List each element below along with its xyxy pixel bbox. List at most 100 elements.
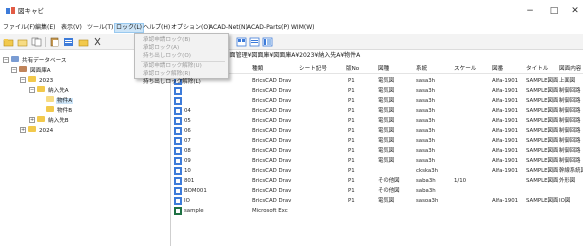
menu-file[interactable]: ファイル(F) [2, 23, 36, 33]
cell-drawing-kind: 電気図 [378, 98, 395, 104]
cell-system: sasa3h [416, 148, 436, 154]
cell-scale: 1/10 [454, 178, 467, 184]
menu-item-approval-lock[interactable]: 承認ロック(A) [143, 44, 179, 52]
tree-node-cabinet-a[interactable]: − 図面庫A [11, 66, 52, 74]
lock-menu-dropdown: 承認申請ロック(B) 承認ロック(A) 持ち出しロック(O) 承認申請ロック解除… [134, 33, 229, 85]
menu-item-checkout-lock[interactable]: 持ち出しロック(O) [143, 52, 191, 60]
collapse-icon[interactable]: − [11, 67, 17, 73]
maximize-button[interactable]: □ [545, 5, 563, 17]
cell-name: 06 [184, 128, 191, 134]
cell-title: SAMPLE図面 [526, 108, 558, 114]
tree-node-2023[interactable]: −2023 [20, 76, 54, 84]
menu-acad-net[interactable]: ACAD-Net(N) [208, 23, 249, 33]
app-cabinet-icon [6, 7, 15, 14]
column-header-scale[interactable]: スケール [454, 65, 476, 74]
cell-content: IO図 [559, 198, 571, 204]
menu-acad-parts[interactable]: ACAD-Parts(P) [246, 23, 290, 33]
cell-drawing-kind: 電気図 [378, 198, 395, 204]
table-row[interactable]: BricsCAD Drav P1 電気図 sasa3h Alfa-1901 SAMPLE図… [172, 96, 583, 106]
cell-type: BricsCAD Drav [252, 128, 292, 134]
cell-title: SAMPLE図面 [526, 178, 558, 184]
table-row[interactable]: sample Microsoft Exc [172, 206, 583, 216]
menu-lock[interactable]: ロック(L) [114, 23, 145, 33]
tree-node-customer-a[interactable]: − 納入先A [29, 86, 70, 94]
cell-content: 制御回路 [559, 138, 581, 144]
column-header-revision[interactable]: 版No [346, 65, 359, 74]
table-row[interactable]: 07 BricsCAD Drav P1 電気図 sasa3h Alfa-1901 SAMPL… [172, 136, 583, 146]
menu-item-approval-request-lock[interactable]: 承認申請ロック(B) [143, 36, 190, 44]
folder-icon[interactable] [78, 37, 89, 47]
cell-content: 幹線系統図 [559, 168, 583, 174]
toolbar [0, 34, 583, 50]
cut-icon[interactable] [92, 37, 103, 47]
menu-item-approval-unlock[interactable]: 承認ロック解除(R) [143, 70, 190, 78]
view-list-icon[interactable] [249, 37, 260, 47]
cell-drawing-kind: その他図 [378, 188, 400, 194]
expand-icon[interactable]: + [29, 117, 35, 123]
menu-help[interactable]: ヘルプ(H) [142, 23, 171, 33]
cell-drawing-kind: 電気図 [378, 108, 395, 114]
view-detail-icon[interactable] [262, 37, 273, 47]
cell-revision: P1 [348, 178, 355, 184]
menu-item-approval-request-unlock[interactable]: 承認申請ロック解除(U) [143, 62, 202, 70]
tree-node-project-a[interactable]: 物件A [46, 96, 74, 104]
table-row[interactable]: 05 BricsCAD Drav P1 電気図 sasa3h Alfa-1901 SAMPL… [172, 116, 583, 126]
folder-icon [28, 126, 36, 132]
column-header-content[interactable]: 図面内容 [559, 65, 581, 74]
cell-name: 801 [184, 178, 195, 184]
menu-options[interactable]: オプション(O) [170, 23, 211, 33]
collapse-icon[interactable]: − [20, 77, 26, 83]
table-row[interactable]: 08 BricsCAD Drav P1 電気図 sasa3h Alfa-1901 SAMPL… [172, 146, 583, 156]
table-row[interactable]: BricsCAD Drav P1 電気図 sasa3h Alfa-1901 SAMPLE図… [172, 86, 583, 96]
menu-wim[interactable]: WIM(W) [290, 23, 316, 33]
table-row[interactable]: IO BricsCAD Drav P1 電気図 sasoa3h Alfa-1901 SAMP… [172, 196, 583, 206]
column-header-title[interactable]: タイトル [526, 65, 548, 74]
cell-content: 制御回路 [559, 128, 581, 134]
tree-node-project-b[interactable]: 物件B [46, 106, 73, 114]
new-folder-icon[interactable] [3, 37, 14, 47]
column-header-drawing-kind[interactable]: 図種 [378, 65, 389, 74]
table-row[interactable]: 04 BricsCAD Drav P1 電気図 sasa3h Alfa-1901 SAMPL… [172, 106, 583, 116]
open-icon[interactable] [17, 37, 28, 47]
cell-system: sasa3h [416, 138, 436, 144]
column-header-type[interactable]: 種類 [252, 65, 263, 74]
table-row[interactable]: 06 BricsCAD Drav P1 電気図 sasa3h Alfa-1901 SAMPL… [172, 126, 583, 136]
collapse-icon[interactable]: − [3, 57, 9, 63]
cell-system: sasa3h [416, 78, 436, 84]
tree-node-customer-b[interactable]: + 納入先B [29, 116, 70, 124]
expand-icon[interactable]: + [20, 127, 26, 133]
folder-icon [28, 76, 36, 82]
table-row[interactable]: 10 BricsCAD Drav P1 ckska3h Alfa-1901 SAMPLE図… [172, 166, 583, 176]
menu-tools[interactable]: ツール(T) [86, 23, 114, 33]
folder-icon [46, 106, 54, 112]
cell-title: SAMPLE図面 [526, 88, 558, 94]
cell-system: sasoa3h [416, 198, 439, 204]
tree-node-2024[interactable]: +2024 [20, 126, 54, 134]
menu-item-checkout-unlock[interactable]: 持ち出しロック解除(L) [143, 78, 201, 86]
copy-icon[interactable] [31, 37, 42, 47]
tree-node-shared-db[interactable]: − 共有データベース [3, 56, 67, 64]
menu-edit[interactable]: 編集(E) [34, 23, 56, 33]
paste-icon[interactable] [49, 37, 60, 47]
cell-drawing-number: Alfa-1901 [492, 88, 519, 94]
menu-view[interactable]: 表示(V) [60, 23, 83, 33]
column-header-system[interactable]: 系統 [416, 65, 427, 74]
properties-icon[interactable] [63, 37, 74, 47]
table-row[interactable]: 801 BricsCAD Drav P1 その他図 saba3h 1/10 SAMPLE図面… [172, 176, 583, 186]
collapse-icon[interactable]: − [29, 87, 35, 93]
view-large-icon[interactable] [236, 37, 247, 47]
cell-title: SAMPLE図面 [526, 98, 558, 104]
table-row[interactable]: BricsCAD Drav P1 電気図 sasa3h Alfa-1901 SAMPLE図… [172, 76, 583, 86]
table-row[interactable]: 09 BricsCAD Drav P1 電気図 sasa3h Alfa-1901 SAMPL… [172, 156, 583, 166]
cell-revision: P1 [348, 108, 355, 114]
table-row[interactable]: BOM001 BricsCAD Drav P1 その他図 saba3h [172, 186, 583, 196]
cad-file-icon [174, 127, 182, 135]
close-button[interactable]: ✕ [566, 5, 583, 17]
minimize-button[interactable]: − [521, 5, 539, 17]
column-header-drawing-number[interactable]: 図番 [492, 65, 503, 74]
cell-name: 04 [184, 108, 191, 114]
cell-type: BricsCAD Drav [252, 168, 292, 174]
column-header-sheet[interactable]: シート記号 [299, 65, 327, 74]
window-title: 図キャビ [18, 7, 44, 15]
cell-drawing-number: Alfa-1901 [492, 158, 519, 164]
